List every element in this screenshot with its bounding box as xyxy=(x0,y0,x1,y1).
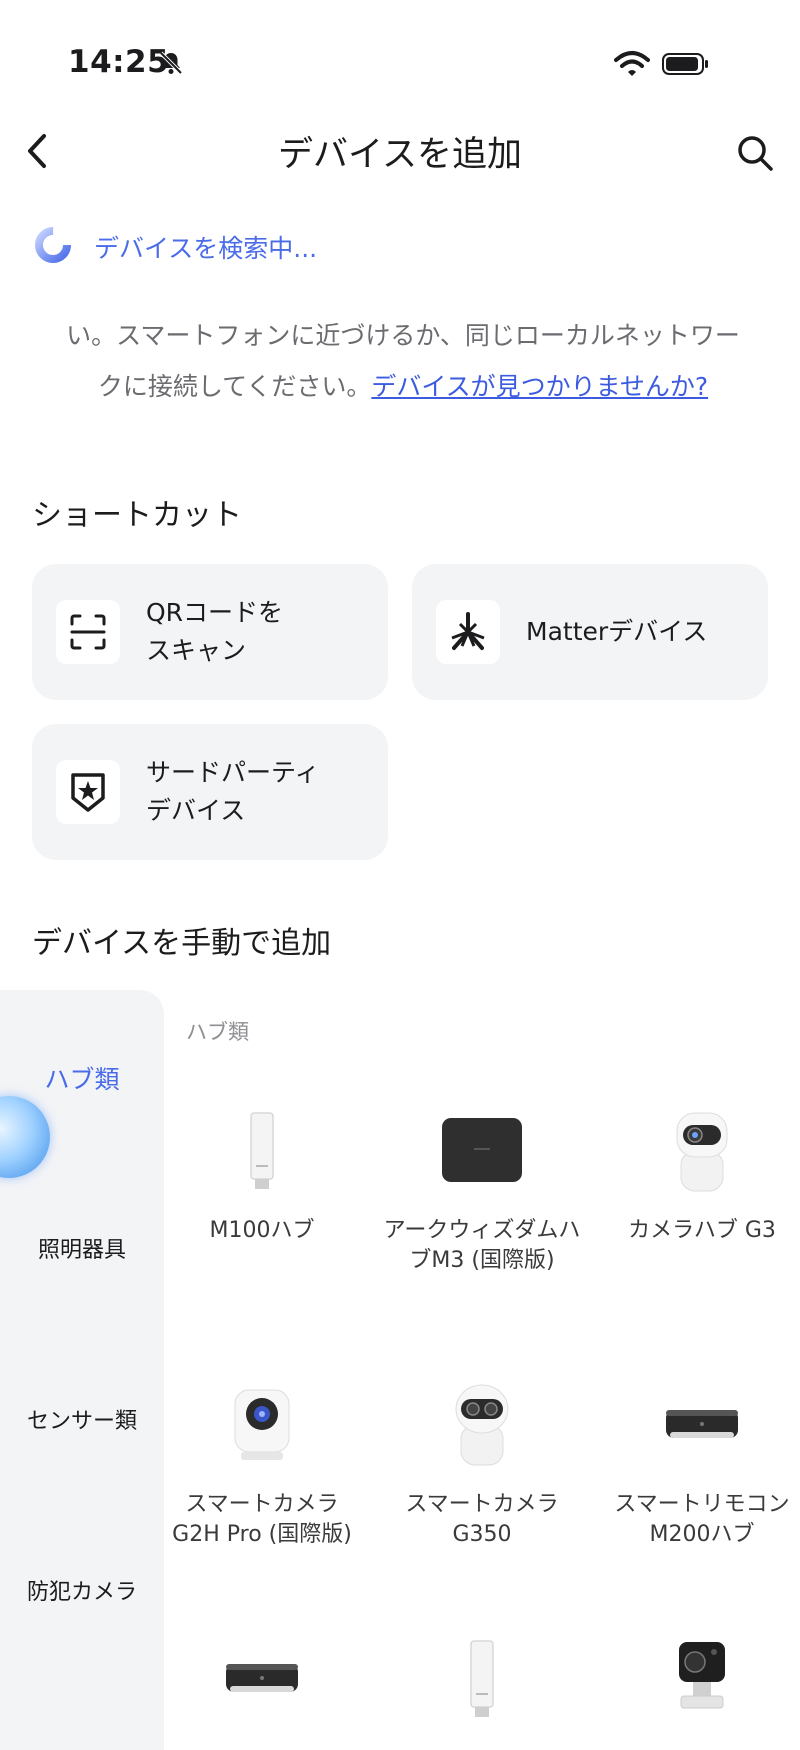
category-lighting[interactable]: 照明器具 xyxy=(0,1232,164,1264)
subcategory-title: ハブ類 xyxy=(186,1020,249,1044)
usb-hub-icon xyxy=(432,1628,532,1728)
device-m100-hub[interactable]: M100ハブ xyxy=(162,1100,362,1300)
remote-hub-icon xyxy=(652,1374,752,1474)
qr-scan-icon xyxy=(56,600,120,664)
ptz-camera-icon xyxy=(432,1374,532,1474)
device-outdoor-camera[interactable] xyxy=(602,1628,800,1748)
device-remote-m200-hub[interactable]: スマートリモコンM200ハブ xyxy=(602,1374,800,1574)
bell-slash-icon xyxy=(159,51,183,75)
matter-device-label: Matterデバイス xyxy=(526,617,708,646)
third-party-device-label: サードパーティ デバイス xyxy=(146,758,320,825)
device-name: スマートリモコンM200ハブ xyxy=(614,1492,790,1547)
qr-scan-card[interactable]: QRコードを スキャン xyxy=(32,564,388,700)
status-time: 14:25 xyxy=(68,44,170,80)
category-sensors[interactable]: センサー類 xyxy=(0,1403,164,1435)
device-name: アークウィズダムハブM3 (国際版) xyxy=(383,1218,581,1273)
device-g350[interactable]: スマートカメラG350 xyxy=(382,1374,582,1574)
search-icon[interactable] xyxy=(736,134,774,172)
shield-star-icon xyxy=(56,760,120,824)
outdoor-camera-icon xyxy=(652,1628,752,1728)
black-hub-icon xyxy=(432,1100,532,1200)
usb-hub-icon xyxy=(212,1100,312,1200)
device-remote-hub[interactable] xyxy=(162,1628,362,1748)
shortcuts-title: ショートカット xyxy=(32,498,242,533)
search-hint: い。スマートフォンに近づけるか、同じローカルネットワークに接続してください。デバ… xyxy=(58,310,748,412)
device-name: スマートカメラG350 xyxy=(405,1492,559,1547)
qr-scan-label: QRコードを スキャン xyxy=(146,598,284,665)
page-title: デバイスを追加 xyxy=(278,135,522,175)
device-name: スマートカメラG2H Pro (国際版) xyxy=(172,1492,352,1547)
device-name: カメラハブ G3 xyxy=(628,1218,776,1243)
device-camera-hub-g3[interactable]: カメラハブ G3 xyxy=(602,1100,800,1300)
category-security-cameras[interactable]: 防犯カメラ xyxy=(0,1574,164,1606)
battery-icon xyxy=(662,53,708,75)
third-party-device-card[interactable]: サードパーティ デバイス xyxy=(32,724,388,860)
matter-device-card[interactable]: Matterデバイス xyxy=(412,564,768,700)
loading-spinner-icon xyxy=(35,227,71,263)
device-name: M100ハブ xyxy=(209,1218,315,1243)
manual-add-title: デバイスを手動で追加 xyxy=(32,926,332,961)
device-not-found-link[interactable]: デバイスが見つかりませんか? xyxy=(371,372,708,401)
device-hub-m3[interactable]: アークウィズダムハブM3 (国際版) xyxy=(382,1100,582,1300)
remote-hub-icon xyxy=(212,1628,312,1728)
device-usb-hub[interactable] xyxy=(382,1628,582,1748)
cube-camera-icon xyxy=(212,1374,312,1474)
category-hubs[interactable]: ハブ類 xyxy=(0,1060,164,1096)
device-g2h-pro[interactable]: スマートカメラG2H Pro (国際版) xyxy=(162,1374,362,1574)
wifi-icon xyxy=(614,51,650,76)
matter-icon xyxy=(436,600,500,664)
searching-status: デバイスを検索中... xyxy=(94,234,318,263)
camera-hub-icon xyxy=(652,1100,752,1200)
